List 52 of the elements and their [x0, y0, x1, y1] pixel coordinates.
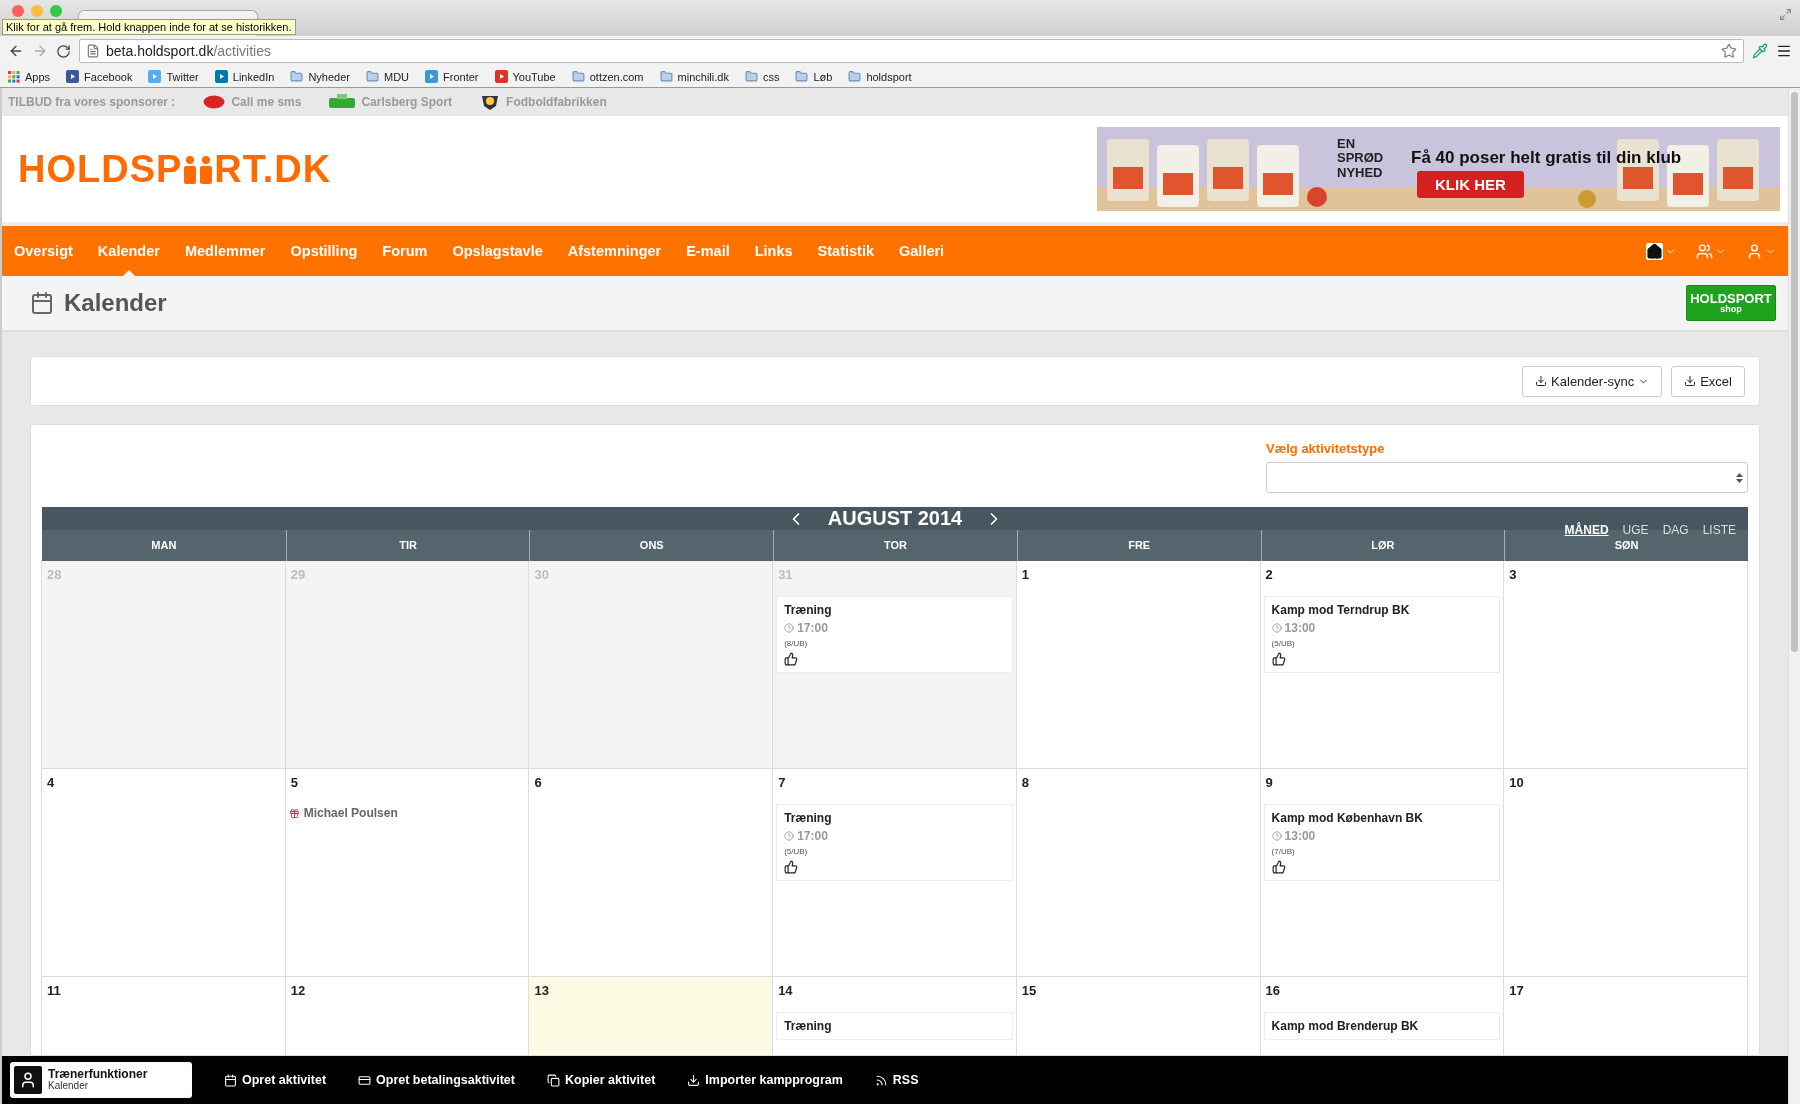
- day-number: 4: [46, 775, 56, 790]
- day-number: 9: [1264, 775, 1274, 790]
- day-number: 12: [289, 983, 307, 998]
- day-number: 7: [777, 775, 787, 790]
- day-number: 31: [777, 567, 794, 582]
- event-count: (8/UB): [784, 639, 809, 648]
- day-number: 11: [46, 983, 62, 998]
- event-count: (7/UB): [1271, 847, 1296, 856]
- day-number: 8: [1020, 775, 1031, 790]
- event-title: Kamp mod København BK: [1271, 811, 1424, 825]
- month-title: AUGUST 2014: [827, 507, 963, 530]
- weekday-header: MAN: [42, 530, 286, 561]
- ad-headline: Få 40 poser helt gratis til din klub: [1411, 148, 1682, 169]
- day-number: 14: [777, 983, 794, 998]
- event-time: 13:00: [1271, 829, 1493, 843]
- event-title: Træning: [784, 1019, 833, 1033]
- day-number: 2: [1264, 567, 1274, 582]
- day-number: 28: [46, 567, 63, 582]
- day-number: 17: [1508, 983, 1525, 998]
- filter-label: Vælg aktivitetstype: [1266, 441, 1386, 456]
- weekday-header: FRE: [1016, 530, 1261, 561]
- page-title: Kalender: [64, 289, 167, 317]
- event-title: Kamp mod Brenderup BK: [1271, 1019, 1420, 1033]
- url-host: beta.holdsport.dk: [106, 43, 214, 59]
- event-time: 13:00: [1271, 621, 1493, 635]
- event-count: (5/UB): [784, 847, 809, 856]
- url-path: /activities: [213, 43, 271, 59]
- day-number: 13: [533, 983, 550, 998]
- day-number: 5: [289, 775, 299, 790]
- sponsor-label: TILBUD fra vores sponsorer :: [8, 95, 176, 109]
- weekday-header: LØR: [1260, 530, 1505, 561]
- ad-tagline: EN SPRØD NYHED: [1337, 137, 1385, 180]
- day-number: 29: [289, 567, 307, 582]
- day-number: 30: [533, 567, 550, 582]
- event-title: Træning: [784, 603, 833, 617]
- weekday-header: TOR: [773, 530, 1017, 561]
- day-number: 10: [1508, 775, 1525, 790]
- day-number: 3: [1508, 567, 1518, 582]
- event-title: Træning: [784, 811, 833, 825]
- day-number: 6: [533, 775, 543, 790]
- event-count: (5/UB): [1271, 639, 1296, 648]
- event-time: 17:00: [784, 829, 1005, 843]
- day-number: 15: [1020, 983, 1038, 998]
- trainer-title: Trænerfunktioner: [48, 1068, 148, 1082]
- day-number: 16: [1264, 983, 1282, 998]
- weekday-header: ONS: [529, 530, 774, 561]
- weekday-header: TIR: [285, 530, 530, 561]
- tooltip: Klik for at gå frem. Hold knappen inde for at se historikken.: [2, 19, 296, 35]
- event-title: Kamp mod Terndrup BK: [1271, 603, 1411, 617]
- trainer-subtitle: Kalender: [48, 1081, 90, 1092]
- day-number: 1: [1020, 567, 1031, 582]
- event-time: 17:00: [784, 621, 1005, 635]
